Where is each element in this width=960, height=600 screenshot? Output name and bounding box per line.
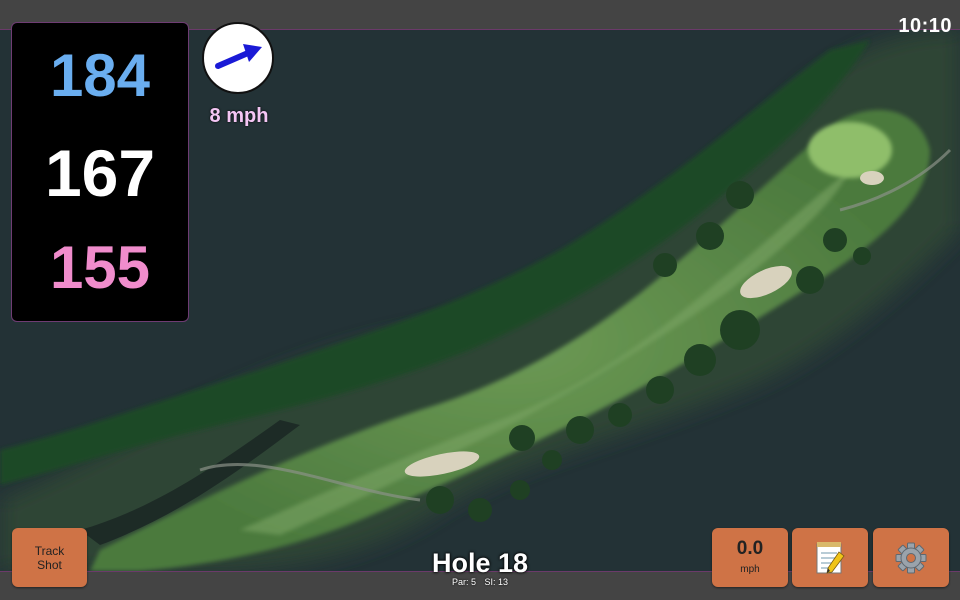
wind-direction-arrow-icon [215, 44, 262, 69]
notes-button[interactable] [792, 528, 868, 587]
track-shot-label-line2: Shot [37, 558, 62, 572]
hole-info: Par: 5 SI: 13 [380, 577, 580, 587]
status-clock: 10:10 [898, 15, 952, 37]
track-shot-button[interactable]: Track Shot [12, 528, 87, 587]
distance-panel: 184 167 155 [11, 22, 189, 322]
distance-front: 155 [49, 234, 151, 301]
hole-title: Hole 18 [431, 548, 529, 578]
track-shot-label-line1: Track [34, 544, 65, 558]
speed-value: 0.0 [736, 538, 764, 559]
settings-button[interactable] [873, 528, 949, 587]
hole-stroke-index: SI: 13 [484, 577, 509, 587]
distance-back: 184 [49, 42, 151, 109]
hole-par: Par: 5 [451, 577, 476, 587]
distance-middle: 167 [44, 136, 156, 210]
notepad-icon [816, 542, 845, 574]
speed-button[interactable]: 0.0 mph [712, 528, 788, 587]
golf-gps-screen: 10:10 184 167 155 8 mph Track Shot Hole … [0, 0, 960, 600]
gear-icon [895, 542, 927, 574]
wind-speed: 8 mph [209, 105, 269, 127]
wind-indicator [202, 22, 274, 94]
speed-unit: mph [740, 564, 760, 575]
